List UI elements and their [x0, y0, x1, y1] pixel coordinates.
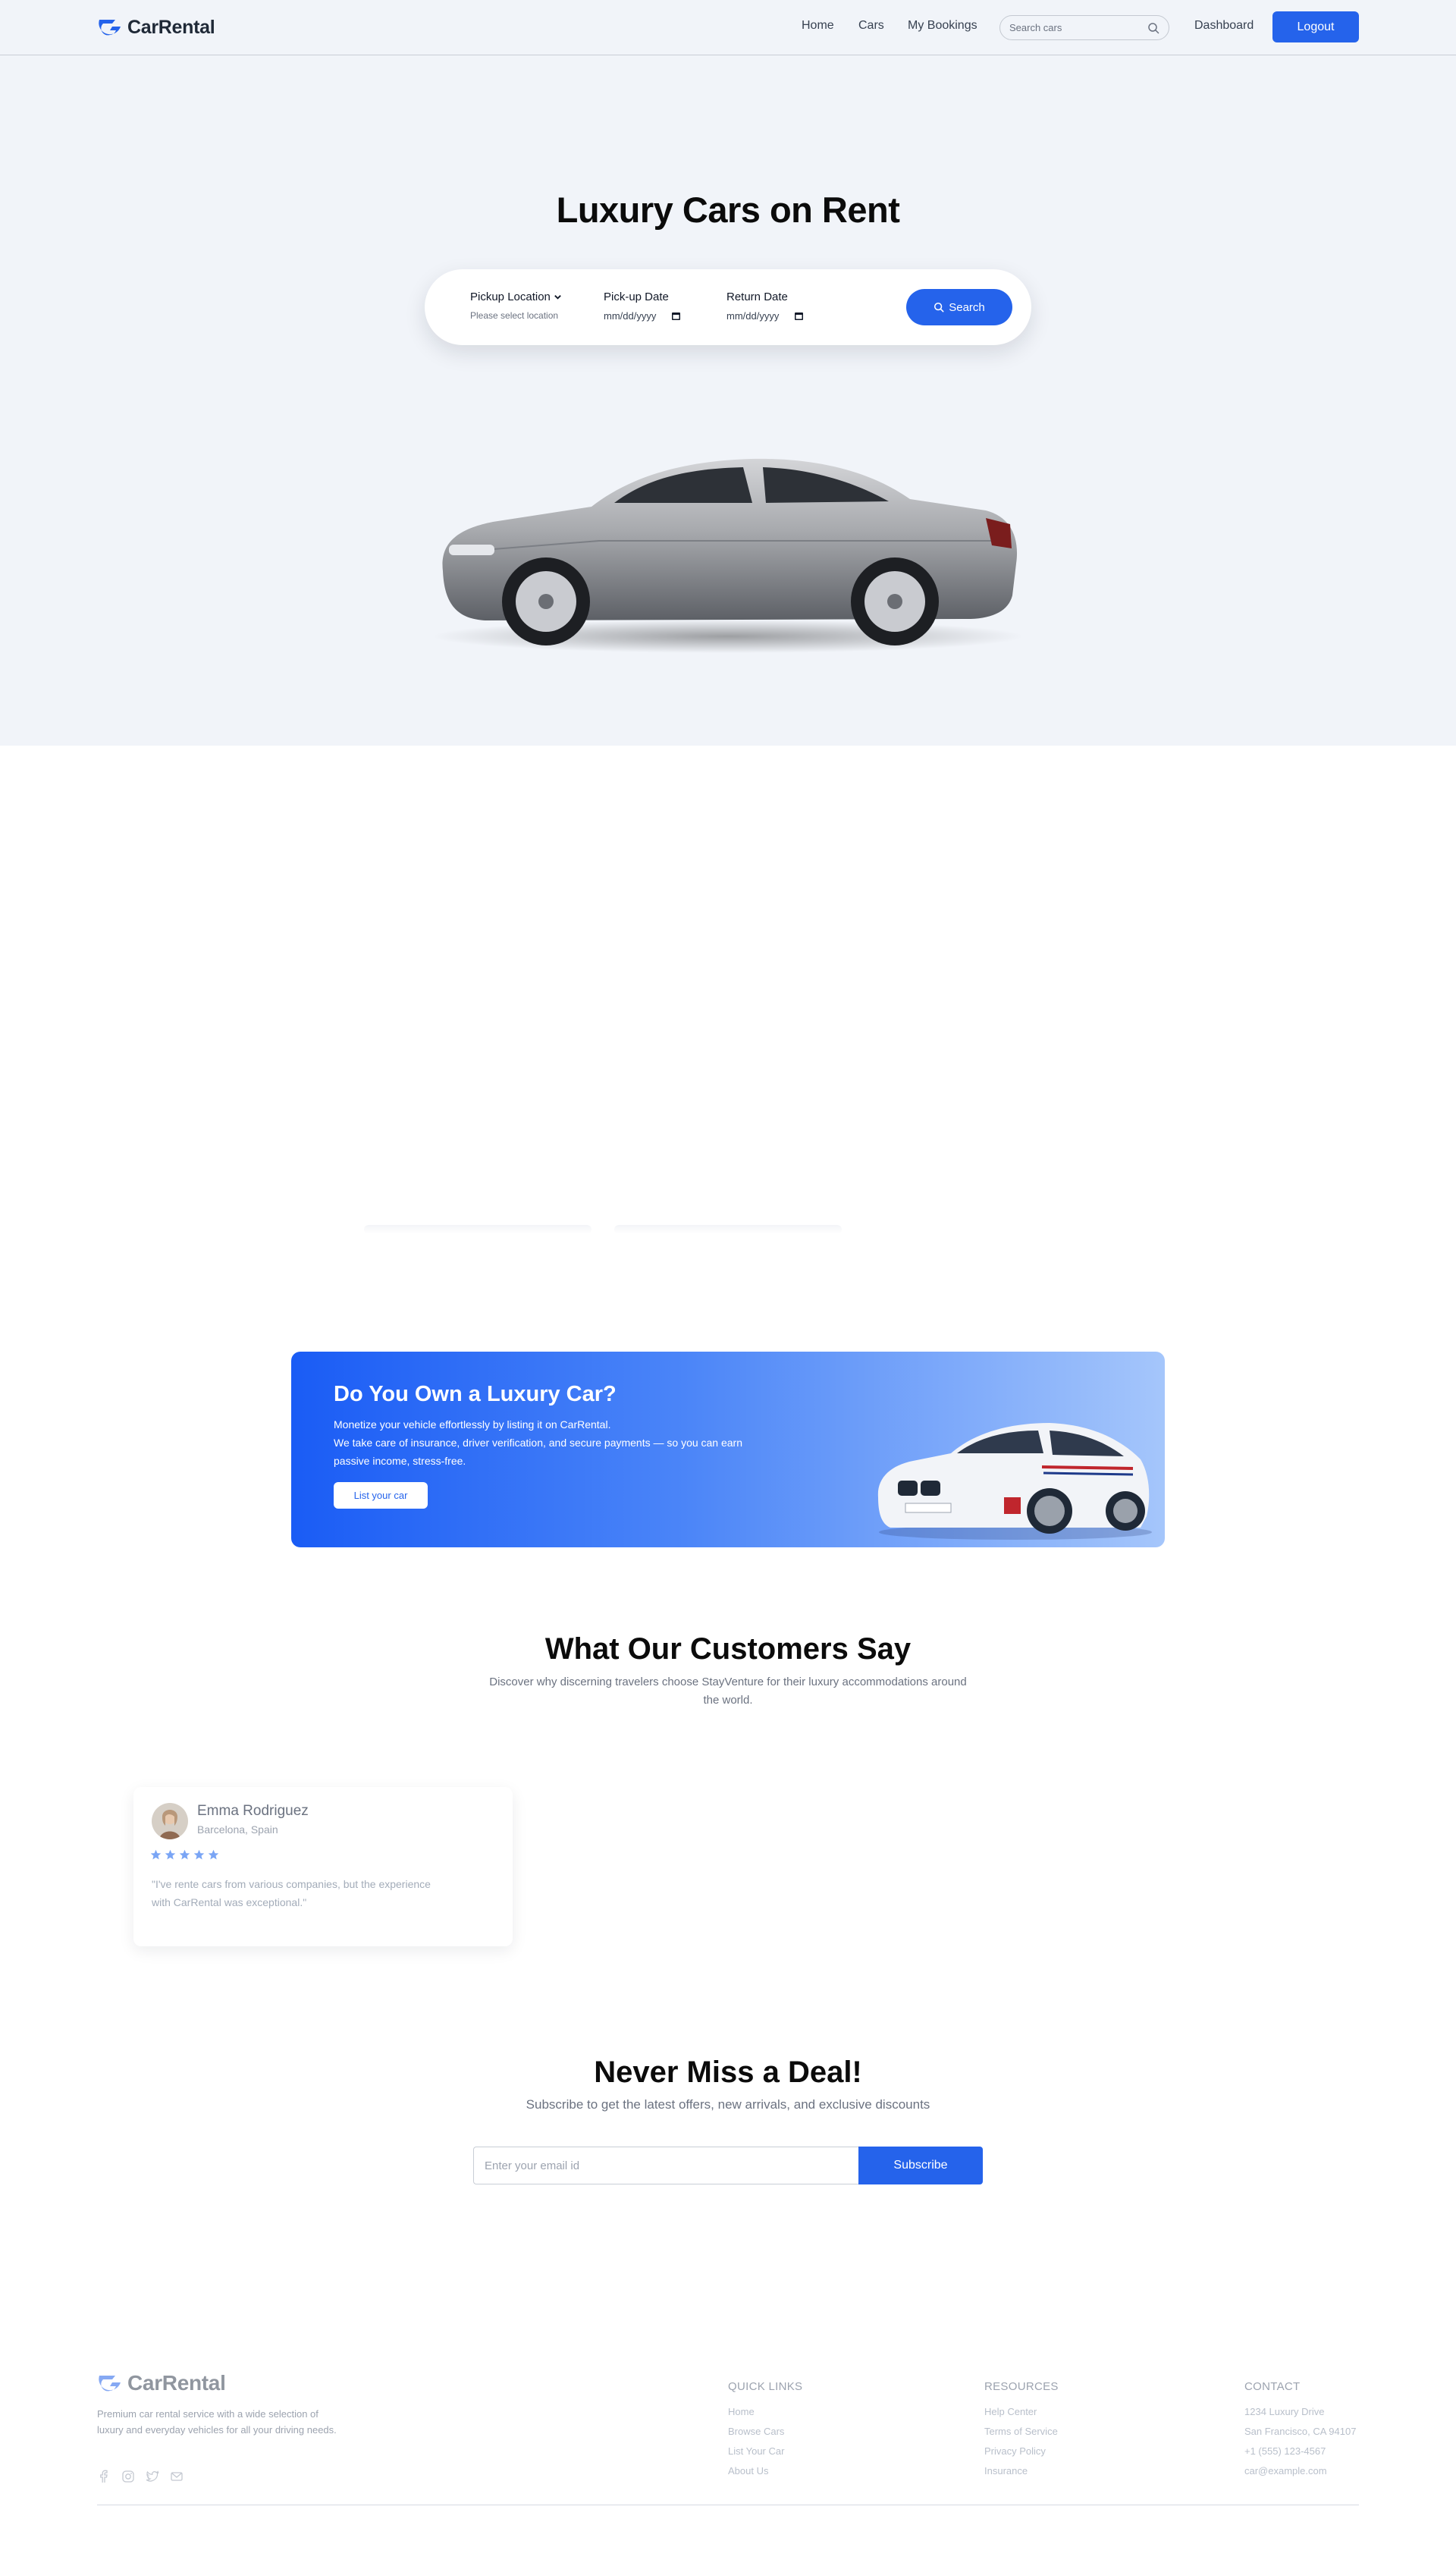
return-date-field[interactable]: Return Date mm/dd/yyyy [726, 291, 804, 322]
facebook-icon[interactable] [97, 2470, 111, 2483]
list-your-car-button[interactable]: List your car [334, 1482, 428, 1509]
calendar-icon[interactable] [671, 311, 681, 321]
nav-link-my-bookings[interactable]: My Bookings [908, 19, 977, 33]
footer-quick-links: QUICK LINKS Home Browse Cars List Your C… [728, 2380, 802, 2481]
search-button-label: Search [949, 300, 985, 314]
testimonials-title: What Our Customers Say [544, 1632, 912, 1666]
star-icon [165, 1849, 176, 1860]
banner-title: Do You Own a Luxury Car? [334, 1382, 617, 1406]
navbar: CarRental Home Cars My Bookings Dashboar… [0, 0, 1456, 55]
nav-link-cars[interactable]: Cars [858, 19, 884, 33]
nav-search [999, 15, 1169, 40]
testimonials-subtitle: Discover why discerning travelers choose… [489, 1676, 967, 1707]
search-form: Pickup Location Please select location P… [425, 269, 1031, 345]
footer-heading: RESOURCES [984, 2380, 1059, 2393]
star-icon [179, 1849, 190, 1860]
nav-link-home[interactable]: Home [802, 19, 834, 33]
hero-section: Luxury Cars on Rent Pickup Location Plea… [0, 55, 1456, 746]
newsletter-form: Subscribe [473, 2147, 983, 2184]
contact-city: San Francisco, CA 94107 [1244, 2426, 1357, 2437]
mail-icon[interactable] [170, 2470, 184, 2483]
logo-icon [99, 20, 121, 36]
hero-car-image [432, 458, 1024, 653]
twitter-icon[interactable] [146, 2470, 159, 2483]
footer-heading: QUICK LINKS [728, 2380, 803, 2393]
return-date-input[interactable]: mm/dd/yyyy [726, 310, 779, 322]
banner-text: Monetize your vehicle effortlessly by li… [334, 1418, 611, 1431]
pickup-date-input[interactable]: mm/dd/yyyy [604, 310, 656, 322]
search-icon[interactable] [1147, 22, 1159, 34]
hero-title: Luxury Cars on Rent [556, 190, 900, 230]
newsletter-title: Never Miss a Deal! [594, 2056, 862, 2089]
loading-card-placeholder [614, 1225, 842, 1234]
footer-description: Premium car rental service with a wide s… [97, 2408, 337, 2436]
testimonial-location: Barcelona, Spain [197, 1823, 278, 1836]
brand-name: CarRental [127, 16, 215, 38]
star-icon [208, 1849, 219, 1860]
search-input[interactable] [1009, 22, 1138, 33]
chevron-down-icon [554, 295, 561, 300]
pickup-date-label: Pick-up Date [604, 291, 669, 303]
pickup-location-value: Please select location [470, 310, 559, 321]
social-links [97, 2470, 184, 2483]
pickup-date-field[interactable]: Pick-up Date mm/dd/yyyy [604, 291, 681, 322]
contact-address: 1234 Luxury Drive [1244, 2406, 1325, 2417]
star-icon [150, 1849, 162, 1860]
footer-link-privacy[interactable]: Privacy Policy [984, 2442, 1059, 2461]
subscribe-button[interactable]: Subscribe [858, 2147, 983, 2184]
banner-text: We take care of insurance, driver verifi… [334, 1437, 743, 1467]
instagram-icon[interactable] [121, 2470, 135, 2483]
banner-car-image [877, 1423, 1152, 1540]
avatar [152, 1803, 188, 1839]
calendar-icon[interactable] [794, 311, 804, 321]
search-icon [934, 302, 944, 313]
footer-link-list-your-car[interactable]: List Your Car [728, 2442, 802, 2461]
list-car-banner: Do You Own a Luxury Car? Monetize your v… [291, 1352, 1165, 1547]
footer-logo[interactable]: CarRental [97, 2371, 226, 2395]
footer-link-insurance[interactable]: Insurance [984, 2461, 1059, 2481]
email-field[interactable] [473, 2147, 858, 2184]
testimonial-quote: "I've rente cars from various companies,… [152, 1878, 431, 1908]
footer-brand-name: CarRental [127, 2371, 226, 2395]
loading-card-placeholder [364, 1225, 592, 1234]
footer-link-terms[interactable]: Terms of Service [984, 2422, 1059, 2442]
brand-logo[interactable]: CarRental [97, 15, 215, 39]
star-icon [193, 1849, 205, 1860]
return-date-label: Return Date [726, 291, 788, 303]
footer-link-help-center[interactable]: Help Center [984, 2402, 1059, 2422]
star-rating [150, 1849, 219, 1861]
search-button[interactable]: Search [906, 289, 1012, 325]
pickup-location-label: Pickup Location [470, 291, 551, 303]
testimonial-card: Emma Rodriguez Barcelona, Spain "I've re… [133, 1787, 513, 1946]
footer-contact: CONTACT 1234 Luxury Drive San Francisco,… [1244, 2380, 1356, 2481]
nav-link-dashboard[interactable]: Dashboard [1194, 19, 1254, 33]
contact-email[interactable]: car@example.com [1244, 2461, 1356, 2481]
contact-phone: +1 (555) 123-4567 [1244, 2445, 1326, 2457]
logout-button[interactable]: Logout [1272, 11, 1359, 42]
logo-icon [99, 2376, 121, 2392]
footer-heading: CONTACT [1244, 2380, 1301, 2393]
newsletter-subtitle: Subscribe to get the latest offers, new … [526, 2097, 930, 2112]
footer-link-about-us[interactable]: About Us [728, 2461, 802, 2481]
pickup-location-field[interactable]: Pickup Location Please select location [470, 291, 562, 321]
footer-link-browse-cars[interactable]: Browse Cars [728, 2422, 802, 2442]
footer-link-home[interactable]: Home [728, 2402, 802, 2422]
footer-resources: RESOURCES Help Center Terms of Service P… [984, 2380, 1059, 2481]
testimonial-name: Emma Rodriguez [197, 1803, 309, 1819]
